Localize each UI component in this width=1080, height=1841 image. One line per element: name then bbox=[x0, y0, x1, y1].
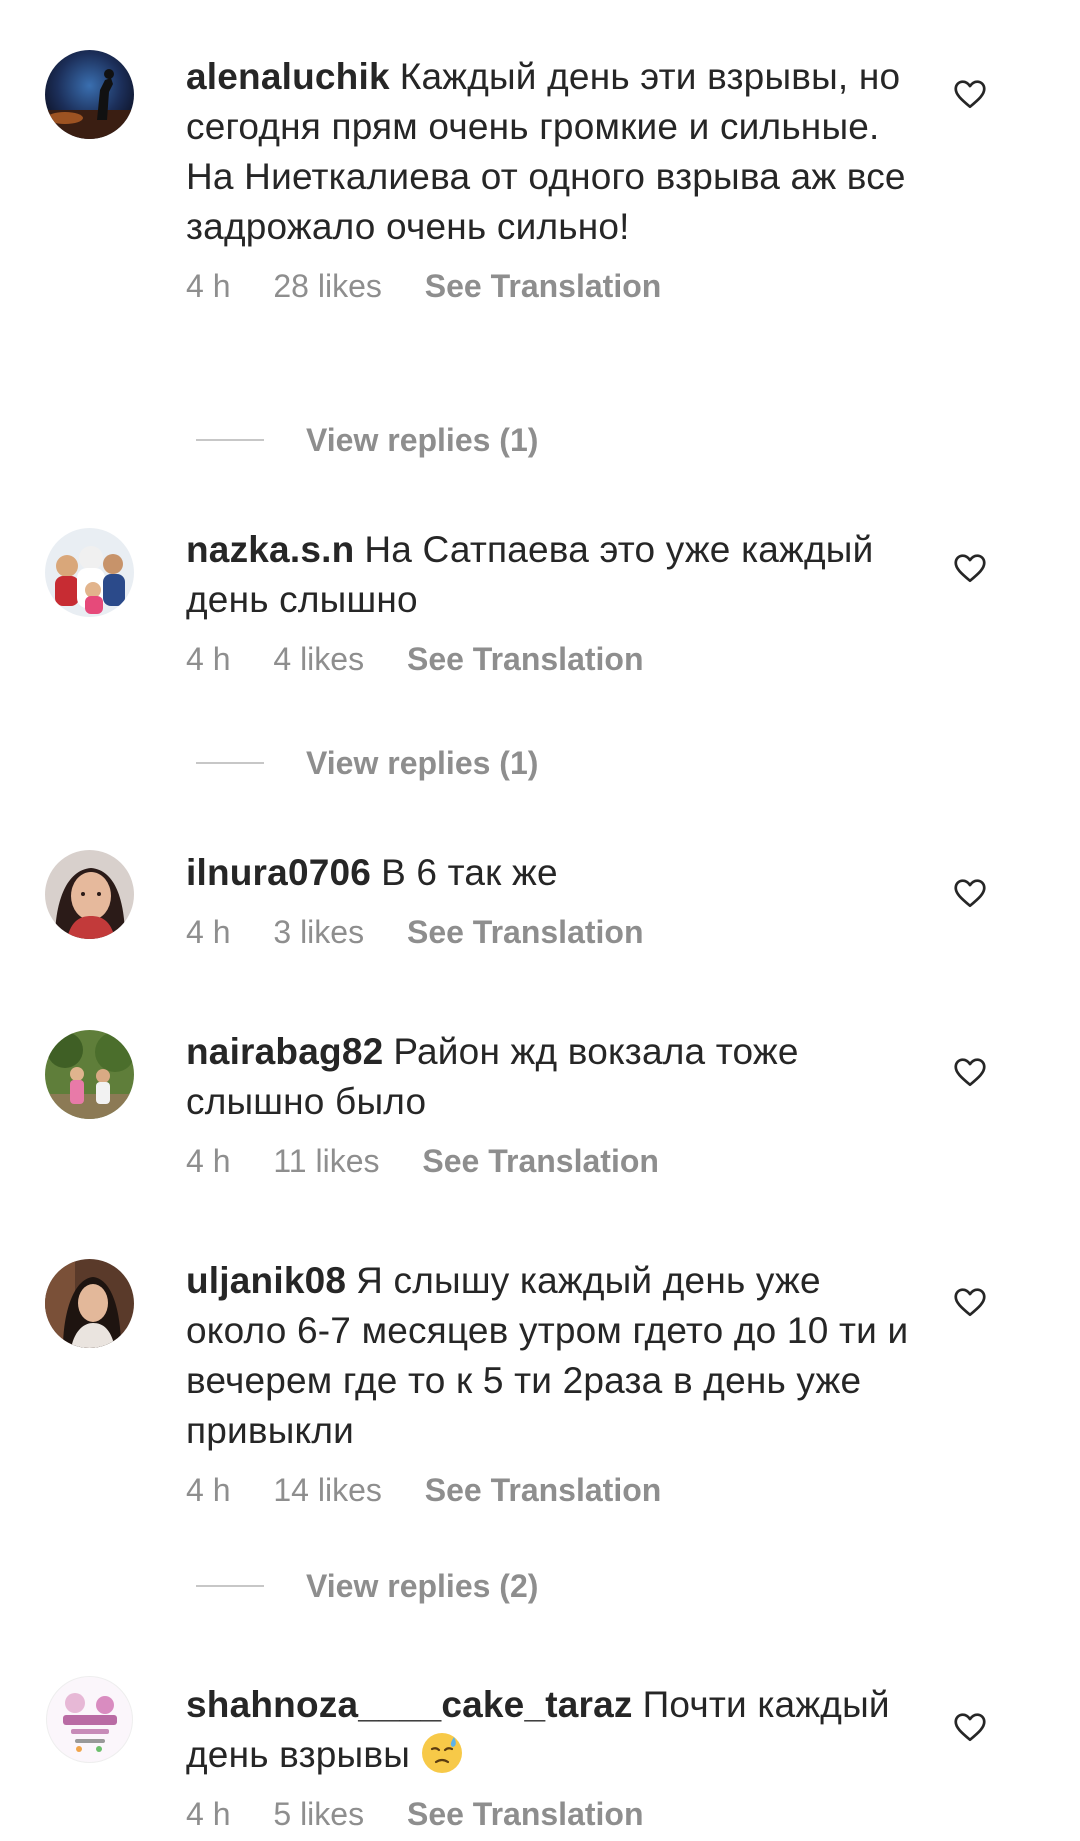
avatar[interactable] bbox=[45, 850, 134, 939]
comment-likes-count[interactable]: 11 likes bbox=[273, 1141, 379, 1181]
like-heart-icon[interactable] bbox=[952, 550, 988, 586]
comment-time: 4 h bbox=[186, 1472, 231, 1508]
comment-meta: 4 h 5 likes See Translation bbox=[186, 1794, 916, 1834]
like-heart-icon[interactable] bbox=[952, 1709, 988, 1745]
comment-time: 4 h bbox=[186, 641, 231, 677]
comment-time: 4 h bbox=[186, 1796, 231, 1832]
see-translation-button[interactable]: See Translation bbox=[422, 1141, 659, 1181]
see-translation-button[interactable]: See Translation bbox=[425, 1470, 662, 1510]
comment-text: В 6 так же bbox=[381, 852, 558, 893]
view-replies-button[interactable]: View replies (1) bbox=[196, 743, 538, 783]
like-heart-icon[interactable] bbox=[952, 76, 988, 112]
comment-likes-count[interactable]: 3 likes bbox=[273, 912, 364, 952]
like-heart-icon[interactable] bbox=[952, 875, 988, 911]
comment-username[interactable]: nazka.s.n bbox=[186, 529, 354, 570]
avatar[interactable] bbox=[45, 1030, 134, 1119]
see-translation-button[interactable]: See Translation bbox=[407, 639, 644, 679]
comment-likes-count[interactable]: 5 likes bbox=[273, 1794, 364, 1834]
comment-time: 4 h bbox=[186, 1143, 231, 1179]
view-replies-button[interactable]: View replies (2) bbox=[196, 1566, 538, 1606]
comment-meta: 4 h 3 likes See Translation bbox=[186, 912, 916, 952]
comment-username[interactable]: alenaluchik bbox=[186, 56, 390, 97]
avatar[interactable] bbox=[45, 528, 134, 617]
comment-username[interactable]: shahnoza____cake_taraz bbox=[186, 1684, 633, 1725]
avatar[interactable] bbox=[45, 1259, 134, 1348]
comment-username[interactable]: uljanik08 bbox=[186, 1260, 346, 1301]
view-replies-label[interactable]: View replies (2) bbox=[306, 1568, 538, 1605]
comment-likes-count[interactable]: 28 likes bbox=[273, 266, 382, 306]
replies-divider bbox=[196, 762, 264, 764]
view-replies-label[interactable]: View replies (1) bbox=[306, 745, 538, 782]
view-replies-button[interactable]: View replies (1) bbox=[196, 420, 538, 460]
comment-likes-count[interactable]: 4 likes bbox=[273, 639, 364, 679]
comment-username[interactable]: ilnura0706 bbox=[186, 852, 371, 893]
comment-time: 4 h bbox=[186, 268, 231, 304]
avatar[interactable] bbox=[45, 1675, 134, 1764]
like-heart-icon[interactable] bbox=[952, 1284, 988, 1320]
comment-likes-count[interactable]: 14 likes bbox=[273, 1470, 382, 1510]
downcast-face-with-sweat-icon bbox=[420, 1731, 464, 1775]
comment-meta: 4 h 28 likes See Translation bbox=[186, 266, 916, 306]
avatar[interactable] bbox=[45, 50, 134, 139]
replies-divider bbox=[196, 439, 264, 441]
view-replies-label[interactable]: View replies (1) bbox=[306, 422, 538, 459]
like-heart-icon[interactable] bbox=[952, 1054, 988, 1090]
see-translation-button[interactable]: See Translation bbox=[425, 266, 662, 306]
see-translation-button[interactable]: See Translation bbox=[407, 1794, 644, 1834]
comment-time: 4 h bbox=[186, 914, 231, 950]
comment-meta: 4 h 4 likes See Translation bbox=[186, 639, 916, 679]
comment-username[interactable]: nairabag82 bbox=[186, 1031, 383, 1072]
see-translation-button[interactable]: See Translation bbox=[407, 912, 644, 952]
replies-divider bbox=[196, 1585, 264, 1587]
comment-meta: 4 h 11 likes See Translation bbox=[186, 1141, 916, 1181]
comment-meta: 4 h 14 likes See Translation bbox=[186, 1470, 916, 1510]
